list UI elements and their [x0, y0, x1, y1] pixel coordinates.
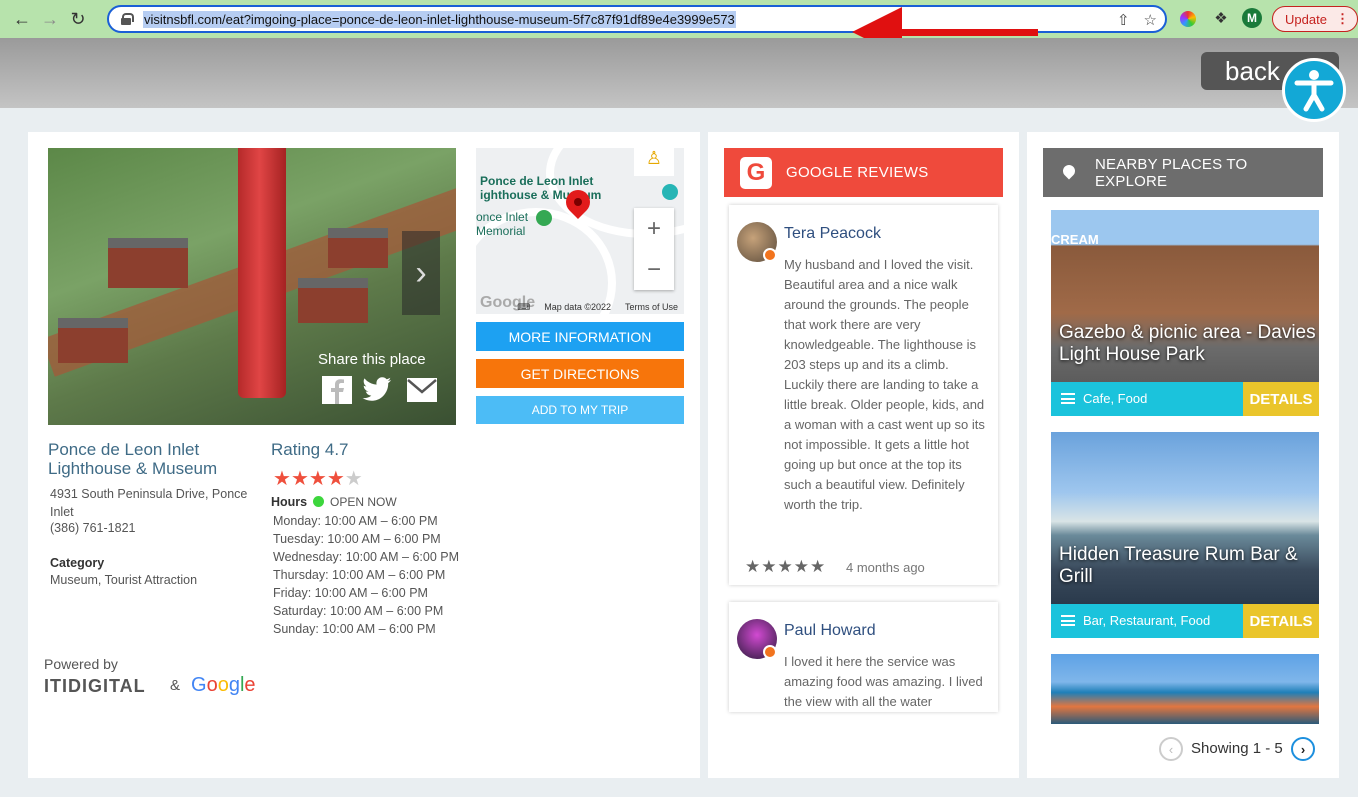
nearby-card-image	[1051, 654, 1319, 724]
sign-text: CREAM	[1051, 232, 1099, 247]
review-text: I loved it here the service was amazing …	[784, 654, 983, 709]
more-information-button[interactable]: MORE INFORMATION	[476, 322, 684, 351]
nearby-card[interactable]	[1051, 654, 1319, 724]
open-status: OPEN NOW	[330, 495, 397, 509]
location-map[interactable]: Ponce de Leon Inlet ighthouse & Museum o…	[476, 148, 684, 314]
reviews-title: GOOGLE REVIEWS	[786, 164, 929, 181]
rating-label: Rating 4.7	[271, 440, 349, 459]
place-photo	[48, 148, 456, 425]
nearby-card-category: Cafe, Food	[1083, 391, 1148, 406]
profile-avatar[interactable]: M	[1242, 8, 1262, 28]
zoom-in-icon[interactable]: +	[634, 208, 674, 249]
color-picker-extension-icon[interactable]	[1180, 11, 1196, 27]
place-address: 4931 South Peninsula Drive, Ponce Inlet	[50, 487, 248, 519]
hours-row: Saturday: 10:00 AM – 6:00 PM	[273, 604, 444, 618]
zoom-out-icon[interactable]: −	[634, 249, 674, 290]
extensions-puzzle-icon[interactable]: ❖	[1211, 8, 1231, 28]
nearby-card-bar: Cafe, Food DETAILS	[1051, 382, 1319, 416]
share-icon[interactable]: ⇧	[1117, 11, 1130, 29]
google-logo: Google	[191, 674, 256, 696]
park-marker-icon	[536, 210, 552, 226]
zoom-controls: + −	[634, 208, 674, 290]
category-value: Museum, Tourist Attraction	[50, 573, 198, 587]
hours-heading: Hours	[271, 495, 308, 509]
pager-status: Showing 1 - 5	[1191, 740, 1283, 757]
add-to-trip-button[interactable]: ADD TO MY TRIP	[476, 396, 684, 424]
page-header	[0, 38, 1358, 108]
powered-by-label: Powered by	[44, 656, 118, 672]
nearby-card-bar: Bar, Restaurant, Food DETAILS	[1051, 604, 1319, 638]
review-time: 4 months ago	[846, 560, 925, 575]
star-icon: ★	[290, 468, 309, 490]
nearby-card-category: Bar, Restaurant, Food	[1083, 613, 1211, 628]
menu-dots-icon: ⋮	[1336, 11, 1349, 26]
itidigital-logo: ITIDIGITAL	[44, 676, 146, 696]
review-card: Tera Peacock My husband and I loved the …	[729, 205, 998, 585]
google-g-icon: G	[740, 156, 772, 189]
lock-icon	[121, 13, 134, 25]
hours-row: Tuesday: 10:00 AM – 6:00 PM	[273, 532, 441, 546]
hours-row: Monday: 10:00 AM – 6:00 PM	[273, 514, 438, 528]
star-icon: ★	[308, 468, 327, 490]
update-button[interactable]: Update ⋮	[1272, 6, 1358, 32]
museum-marker-icon	[662, 184, 678, 200]
map-footer: ⌨ Map data ©2022 Terms of Use	[476, 300, 684, 314]
update-label: Update	[1285, 11, 1327, 27]
share-label: Share this place	[318, 351, 426, 368]
map-memorial-label: once Inlet Memorial	[476, 210, 529, 238]
reload-icon[interactable]: ↻	[64, 5, 92, 33]
accessibility-icon[interactable]	[1282, 58, 1346, 122]
place-name: Ponce de Leon Inlet Lighthouse & Museum	[48, 440, 218, 478]
local-guide-badge-icon	[763, 248, 777, 262]
pegman-icon[interactable]: ♙	[634, 148, 674, 176]
reviews-header: G GOOGLE REVIEWS	[724, 148, 1003, 197]
nearby-card-title[interactable]: Hidden Treasure Rum Bar & Grill	[1059, 544, 1317, 588]
review-card: Paul Howard I loved it here the service …	[729, 602, 998, 712]
hours-row: Thursday: 10:00 AM – 6:00 PM	[273, 568, 446, 582]
details-button[interactable]: DETAILS	[1243, 382, 1319, 416]
hours-row: Sunday: 10:00 AM – 6:00 PM	[273, 622, 436, 636]
nearby-card[interactable]: CREAM Gazebo & picnic area - Davies Ligh…	[1051, 210, 1319, 416]
annotation-arrow-shaft	[896, 29, 1038, 36]
reviewer-name[interactable]: Paul Howard	[784, 622, 876, 640]
open-status-dot	[313, 496, 324, 507]
reviewer-name[interactable]: Tera Peacock	[784, 225, 881, 243]
details-button[interactable]: DETAILS	[1243, 604, 1319, 638]
rating-stars: ★★★★★	[273, 466, 363, 491]
pager-next-icon[interactable]: ›	[1291, 737, 1315, 761]
review-text: My husband and I loved the visit. Beauti…	[784, 257, 985, 512]
pager-prev-icon[interactable]: ‹	[1159, 737, 1183, 761]
photo-next-arrow-icon[interactable]: ›	[402, 231, 440, 315]
nearby-header: NEARBY PLACES TO EXPLORE	[1043, 148, 1323, 197]
nearby-title: NEARBY PLACES TO EXPLORE	[1094, 155, 1248, 190]
list-icon	[1061, 615, 1075, 626]
location-pin-icon	[1063, 165, 1075, 181]
url-text[interactable]: visitnsbfl.com/eat?imgoing-place=ponce-d…	[143, 10, 736, 28]
star-icon: ★	[326, 468, 345, 490]
forward-arrow-icon[interactable]: →	[36, 5, 64, 33]
category-heading: Category	[50, 556, 105, 570]
bookmark-star-icon[interactable]: ☆	[1144, 11, 1157, 29]
local-guide-badge-icon	[763, 645, 777, 659]
get-directions-button[interactable]: GET DIRECTIONS	[476, 359, 684, 388]
hours-row: Friday: 10:00 AM – 6:00 PM	[273, 586, 428, 600]
facebook-icon[interactable]	[322, 376, 352, 404]
review-stars: ★★★★★	[745, 557, 827, 576]
keyboard-icon[interactable]: ⌨	[517, 302, 530, 313]
nearby-card[interactable]: Hidden Treasure Rum Bar & Grill Bar, Res…	[1051, 432, 1319, 638]
twitter-icon[interactable]	[362, 376, 392, 404]
list-icon	[1061, 393, 1075, 404]
terms-link[interactable]: Terms of Use	[625, 302, 678, 312]
star-empty-icon: ★	[344, 468, 363, 490]
place-phone[interactable]: (386) 761-1821	[50, 521, 135, 535]
nearby-card-title[interactable]: Gazebo & picnic area - Davies Light Hous…	[1059, 322, 1317, 366]
hours-list: Monday: 10:00 AM – 6:00 PM Tuesday: 10:0…	[273, 512, 459, 638]
ampersand: &	[170, 677, 181, 694]
back-arrow-icon[interactable]: ←	[8, 5, 36, 33]
map-data-text: Map data ©2022	[544, 302, 611, 312]
hours-row: Wednesday: 10:00 AM – 6:00 PM	[273, 550, 459, 564]
star-icon: ★	[273, 468, 291, 490]
email-icon[interactable]	[407, 376, 437, 404]
